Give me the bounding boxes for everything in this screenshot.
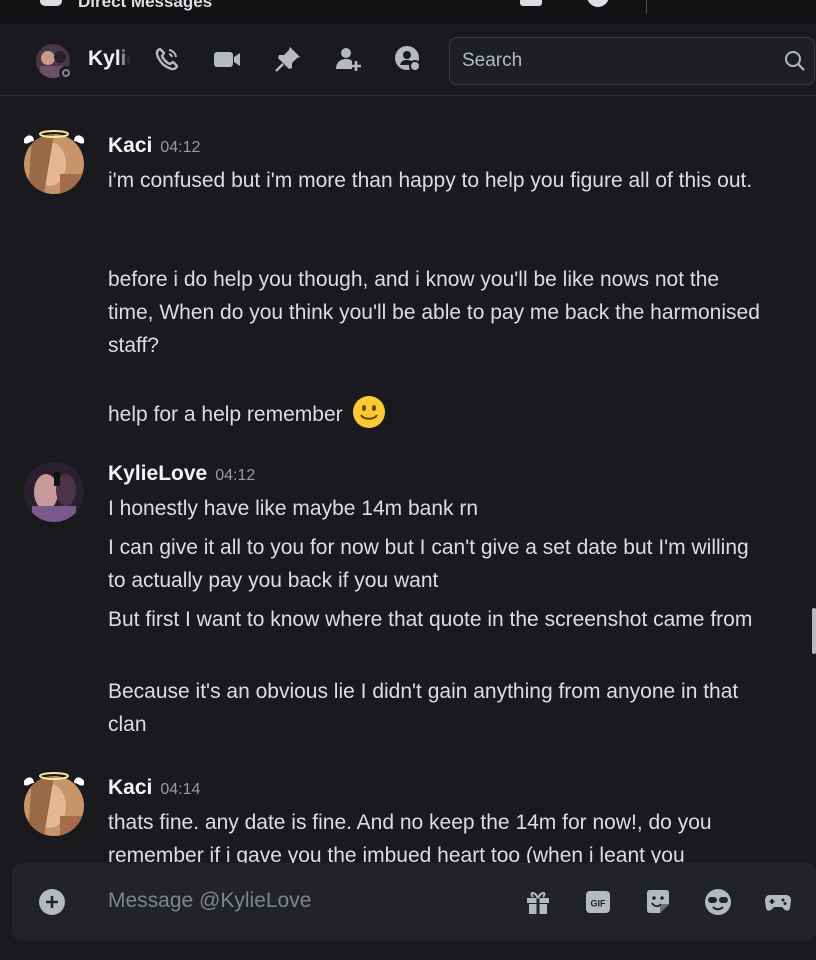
scrollbar-thumb[interactable]: [812, 608, 816, 654]
author-name[interactable]: Kaci: [108, 134, 152, 157]
help-icon[interactable]: [585, 0, 611, 10]
message-input[interactable]: Message @KylieLove: [108, 889, 311, 913]
avatar-decoration-halo-icon: [24, 130, 84, 144]
slightly-smiling-face-emoji-icon: [353, 396, 386, 428]
message-text: I can give it all to you for now but I c…: [108, 536, 749, 592]
window-title: Direct Messages: [78, 0, 213, 11]
message-composer: Message @KylieLove GIF: [12, 863, 816, 941]
close-icon[interactable]: [793, 0, 816, 10]
message-author[interactable]: KylieLove 04:12: [108, 462, 255, 486]
upload-plus-icon[interactable]: [38, 888, 66, 916]
message-text-with-emoji: help for a help remember: [108, 395, 768, 431]
message-text: I honestly have like maybe 14m bank rn: [108, 497, 479, 520]
avatar-decoration-halo-icon: [24, 772, 84, 786]
phone-call-icon[interactable]: [152, 44, 182, 74]
message-timestamp: 04:14: [160, 781, 201, 798]
search-input[interactable]: Search: [449, 37, 815, 85]
emoji-icon[interactable]: [704, 888, 732, 916]
message-timestamp: 04:12: [160, 139, 201, 156]
author-name[interactable]: Kaci: [108, 776, 152, 799]
svg-text:GIF: GIF: [591, 899, 607, 909]
dm-header: Kylie Search: [0, 24, 816, 96]
message-timestamp: 04:12: [215, 467, 256, 484]
message-text: thats fine. any date is fine. And no kee…: [108, 811, 712, 863]
add-member-icon[interactable]: [333, 44, 363, 74]
sticker-icon[interactable]: [644, 888, 672, 916]
message-text: Because it's an obvious lie I didn't gai…: [108, 680, 739, 736]
pin-icon[interactable]: [273, 44, 303, 74]
gif-icon[interactable]: GIF: [584, 888, 612, 916]
status-indicator: [59, 66, 73, 80]
title-bar: Direct Messages: [0, 0, 816, 24]
header-username[interactable]: Kylie: [88, 47, 130, 71]
search-placeholder: Search: [462, 50, 523, 71]
avatar-kylielove[interactable]: [24, 462, 84, 522]
titlebar-divider: [646, 0, 647, 14]
maximize-icon[interactable]: [733, 0, 759, 10]
gift-icon[interactable]: [524, 888, 552, 916]
search-icon: [785, 51, 805, 71]
message-text: i'm confused but i'm more than happy to …: [108, 169, 753, 192]
activity-icon[interactable]: [764, 888, 792, 916]
discord-logo-icon: [40, 0, 62, 6]
message-author[interactable]: Kaci 04:12: [108, 134, 200, 158]
message-text: help for a help remember: [108, 403, 343, 426]
user-profile-icon[interactable]: [393, 44, 423, 74]
message-author[interactable]: Kaci 04:14: [108, 776, 200, 800]
message-text: But first I want to know where that quot…: [108, 608, 753, 631]
message-list[interactable]: Kaci 04:12 i'm confused but i'm more than…: [0, 97, 816, 863]
message-text: before i do help you though, and i know …: [108, 268, 760, 357]
video-camera-icon[interactable]: [212, 44, 242, 74]
author-name[interactable]: KylieLove: [108, 462, 207, 485]
inbox-icon[interactable]: [518, 0, 544, 10]
